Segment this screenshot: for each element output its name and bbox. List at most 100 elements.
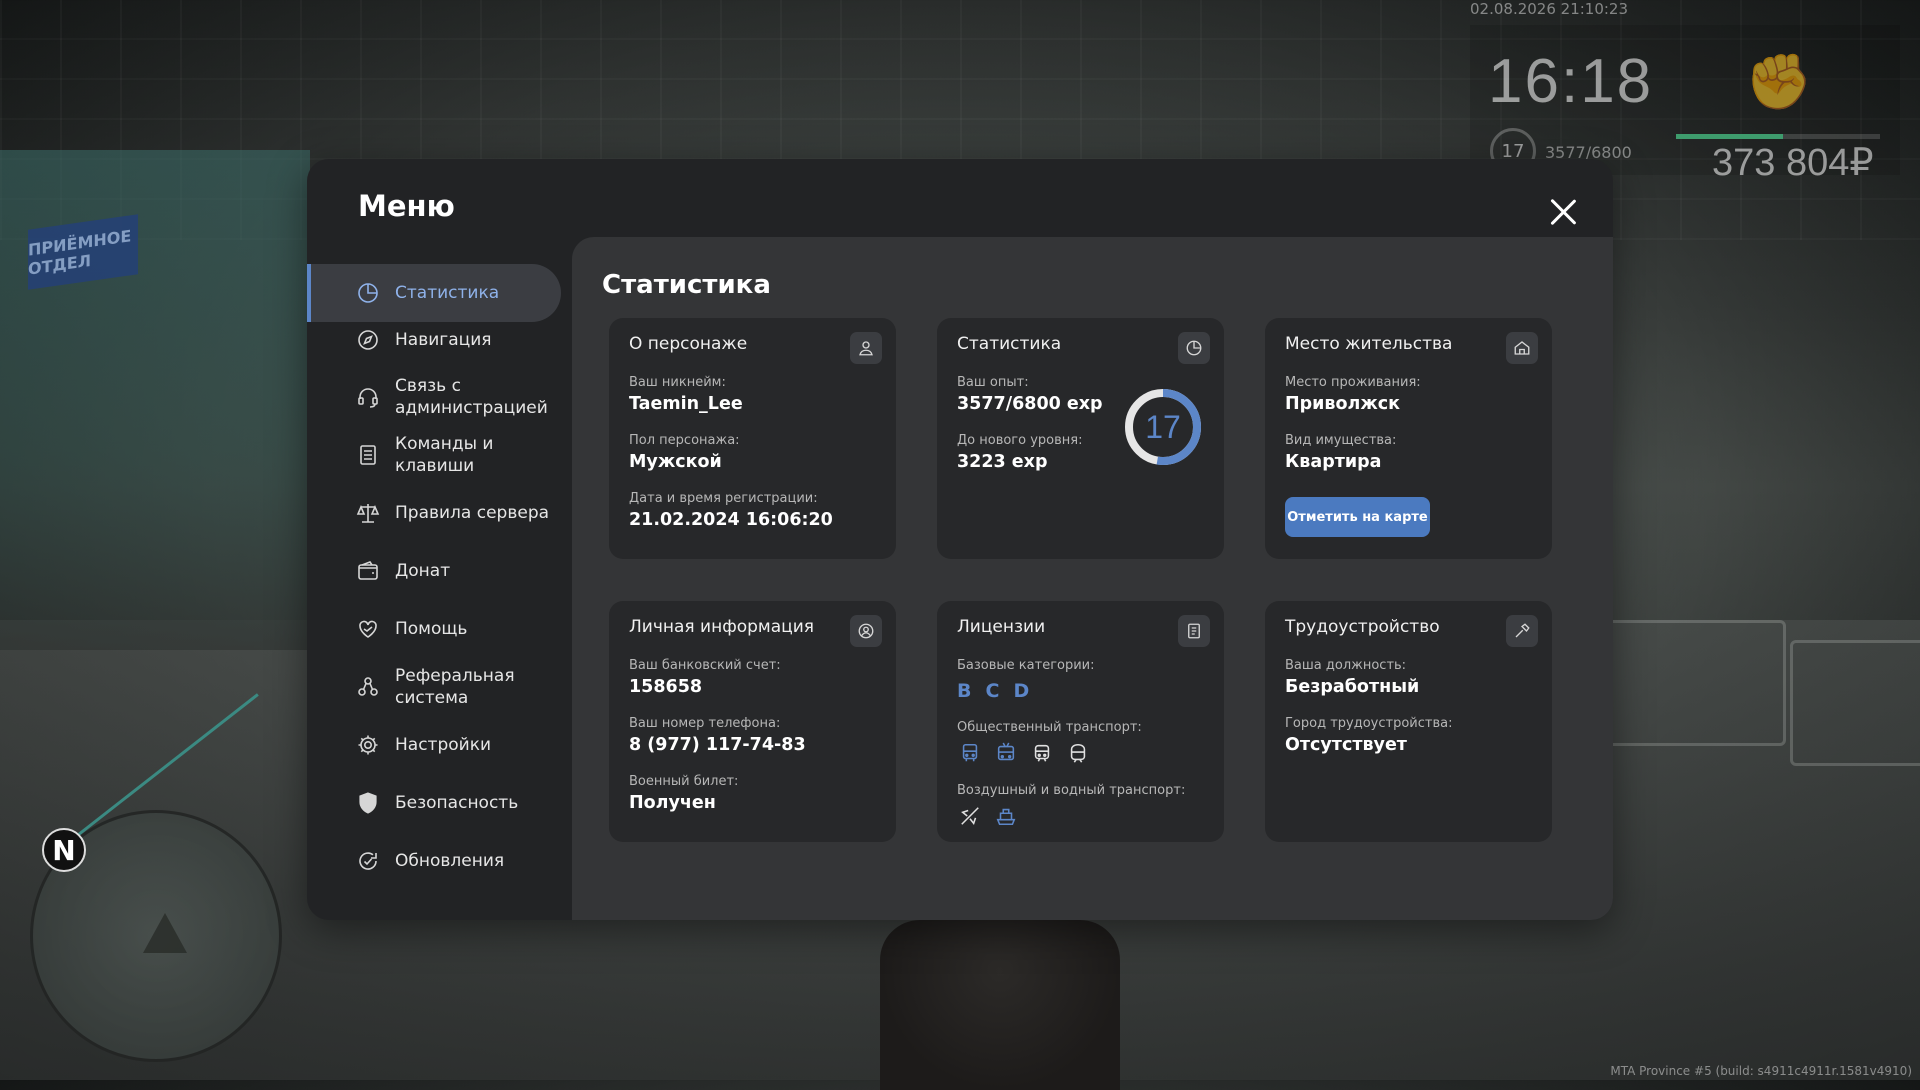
statistics-content: Статистика О персонаже Ваш никнейм: Taem… xyxy=(572,237,1613,920)
card-title: Лицензии xyxy=(957,617,1046,637)
position-value: Безработный xyxy=(1285,677,1420,697)
home-icon xyxy=(1506,332,1538,364)
sidebar-item-commands[interactable]: Команды и клавиши xyxy=(307,426,561,484)
gender-value: Мужской xyxy=(629,452,722,472)
phone-value: 8 (977) 117-74-83 xyxy=(629,735,806,755)
registration-label: Дата и время регистрации: xyxy=(629,491,818,506)
position-label: Ваша должность: xyxy=(1285,658,1407,673)
nickname-label: Ваш никнейм: xyxy=(629,375,726,390)
user-icon xyxy=(850,332,882,364)
sidebar-item-server-rules[interactable]: Правила сервера xyxy=(307,484,561,542)
referral-icon xyxy=(358,677,378,696)
hud-clock: 16:18 xyxy=(1488,47,1654,116)
residence-place-value: Приволжск xyxy=(1285,394,1401,414)
next-level-label: До нового уровня: xyxy=(957,433,1083,448)
license-categories: B C D xyxy=(957,680,1033,702)
next-level-value: 3223 exp xyxy=(957,452,1048,472)
sidebar-item-admin-contact[interactable]: Связь с администрацией xyxy=(307,368,561,426)
personal-info-card: Личная информация Ваш банковский счет: 1… xyxy=(609,601,896,842)
employment-city-value: Отсутствует xyxy=(1285,735,1407,755)
property-label: Вид имущества: xyxy=(1285,433,1397,448)
sidebar-item-settings[interactable]: Настройки xyxy=(307,716,561,774)
gender-label: Пол персонажа: xyxy=(629,433,740,448)
air-water-transport-label: Воздушный и водный транспорт: xyxy=(957,783,1186,798)
residence-card: Место жительства Место проживания: Приво… xyxy=(1265,318,1552,559)
license-category: C xyxy=(985,680,1004,702)
sidebar-item-label: Статистика xyxy=(395,283,500,303)
sidebar-item-security[interactable]: Безопасность xyxy=(307,774,561,832)
boat-icon xyxy=(993,803,1019,829)
military-label: Военный билет: xyxy=(629,774,739,789)
player-character xyxy=(880,920,1120,1090)
license-icon xyxy=(1178,615,1210,647)
sidebar-item-label: Помощь xyxy=(395,619,468,639)
subway-icon xyxy=(1065,740,1091,766)
phone-label: Ваш номер телефона: xyxy=(629,716,781,731)
property-value: Квартира xyxy=(1285,452,1382,472)
document-list-icon xyxy=(360,445,376,465)
employment-card: Трудоустройство Ваша должность: Безработ… xyxy=(1265,601,1552,842)
game-background-wall xyxy=(0,150,310,650)
fist-icon: ✊ xyxy=(1745,50,1813,113)
residence-place-label: Место проживания: xyxy=(1285,375,1421,390)
gear-icon xyxy=(358,735,378,755)
page-title: Статистика xyxy=(602,270,771,300)
sidebar-item-label: Команды и клавиши xyxy=(395,434,494,476)
pie-chart-icon xyxy=(1178,332,1210,364)
scales-icon xyxy=(356,504,380,523)
bank-label: Ваш банковский счет: xyxy=(629,658,781,673)
sidebar-item-label: Донат xyxy=(395,561,451,581)
sidebar-item-updates[interactable]: Обновления xyxy=(307,832,561,890)
licenses-card: Лицензии Базовые категории: B C D Общест… xyxy=(937,601,1224,842)
minimap-player-arrow-icon xyxy=(143,913,187,953)
sidebar-item-label: Обновления xyxy=(395,851,505,871)
tram-icon xyxy=(1029,740,1055,766)
character-card: О персонаже Ваш никнейм: Taemin_Lee Пол … xyxy=(609,318,896,559)
compass-icon xyxy=(358,330,378,350)
pie-chart-icon xyxy=(358,283,378,303)
sidebar-item-help[interactable]: Помощь xyxy=(307,600,561,658)
shield-icon xyxy=(359,792,377,814)
license-category: B xyxy=(957,680,976,702)
close-icon[interactable] xyxy=(1546,195,1580,229)
minimap-north-icon: N xyxy=(42,828,86,872)
build-info: MTA Province #5 (build: s4911c4911r.1581… xyxy=(1610,1064,1912,1078)
card-title: О персонаже xyxy=(629,334,748,354)
base-categories-label: Базовые категории: xyxy=(957,658,1095,673)
sidebar-item-referral[interactable]: Реферальная система xyxy=(307,658,561,716)
hammer-icon xyxy=(1506,615,1538,647)
employment-city-label: Город трудоустройства: xyxy=(1285,716,1453,731)
background-bench xyxy=(1600,620,1786,746)
hud-health-bar-fill xyxy=(1676,134,1784,139)
public-transport-label: Общественный транспорт: xyxy=(957,720,1142,735)
menu-window: Меню Статистика Навигация Связь с админи… xyxy=(307,159,1613,920)
hud-health-bar xyxy=(1676,134,1880,139)
registration-value: 21.02.2024 16:06:20 xyxy=(629,510,833,530)
mark-on-map-button[interactable]: Отметить на карте xyxy=(1285,497,1430,537)
sidebar-item-label: Настройки xyxy=(395,735,492,755)
bus-icon xyxy=(957,740,983,766)
military-value: Получен xyxy=(629,793,716,813)
stats-card: Статистика Ваш опыт: 3577/6800 exp До но… xyxy=(937,318,1224,559)
sidebar-item-label: Правила сервера xyxy=(395,503,550,523)
card-title: Личная информация xyxy=(629,617,815,637)
license-category: D xyxy=(1013,680,1034,702)
level-value: 17 xyxy=(1145,408,1181,445)
headset-icon xyxy=(358,388,378,408)
air-water-transport-icons xyxy=(957,803,1019,829)
nickname-value: Taemin_Lee xyxy=(629,394,743,414)
hud-datetime: 02.08.2026 21:10:23 xyxy=(1470,0,1629,18)
card-title: Статистика xyxy=(957,334,1062,354)
background-bench xyxy=(1790,640,1920,766)
sidebar-item-label: Связь с администрацией xyxy=(395,376,548,418)
refresh-check-icon xyxy=(359,852,377,870)
sidebar-item-navigation[interactable]: Навигация xyxy=(307,311,561,369)
plane-icon xyxy=(957,803,983,829)
sidebar-item-donate[interactable]: Донат xyxy=(307,542,561,600)
heart-hand-icon xyxy=(359,620,377,638)
sidebar-item-label: Навигация xyxy=(395,330,492,350)
hud-money: 373 804₽ xyxy=(1712,142,1874,184)
card-title: Место жительства xyxy=(1285,334,1453,354)
bank-value: 158658 xyxy=(629,677,703,697)
trolleybus-icon xyxy=(993,740,1019,766)
